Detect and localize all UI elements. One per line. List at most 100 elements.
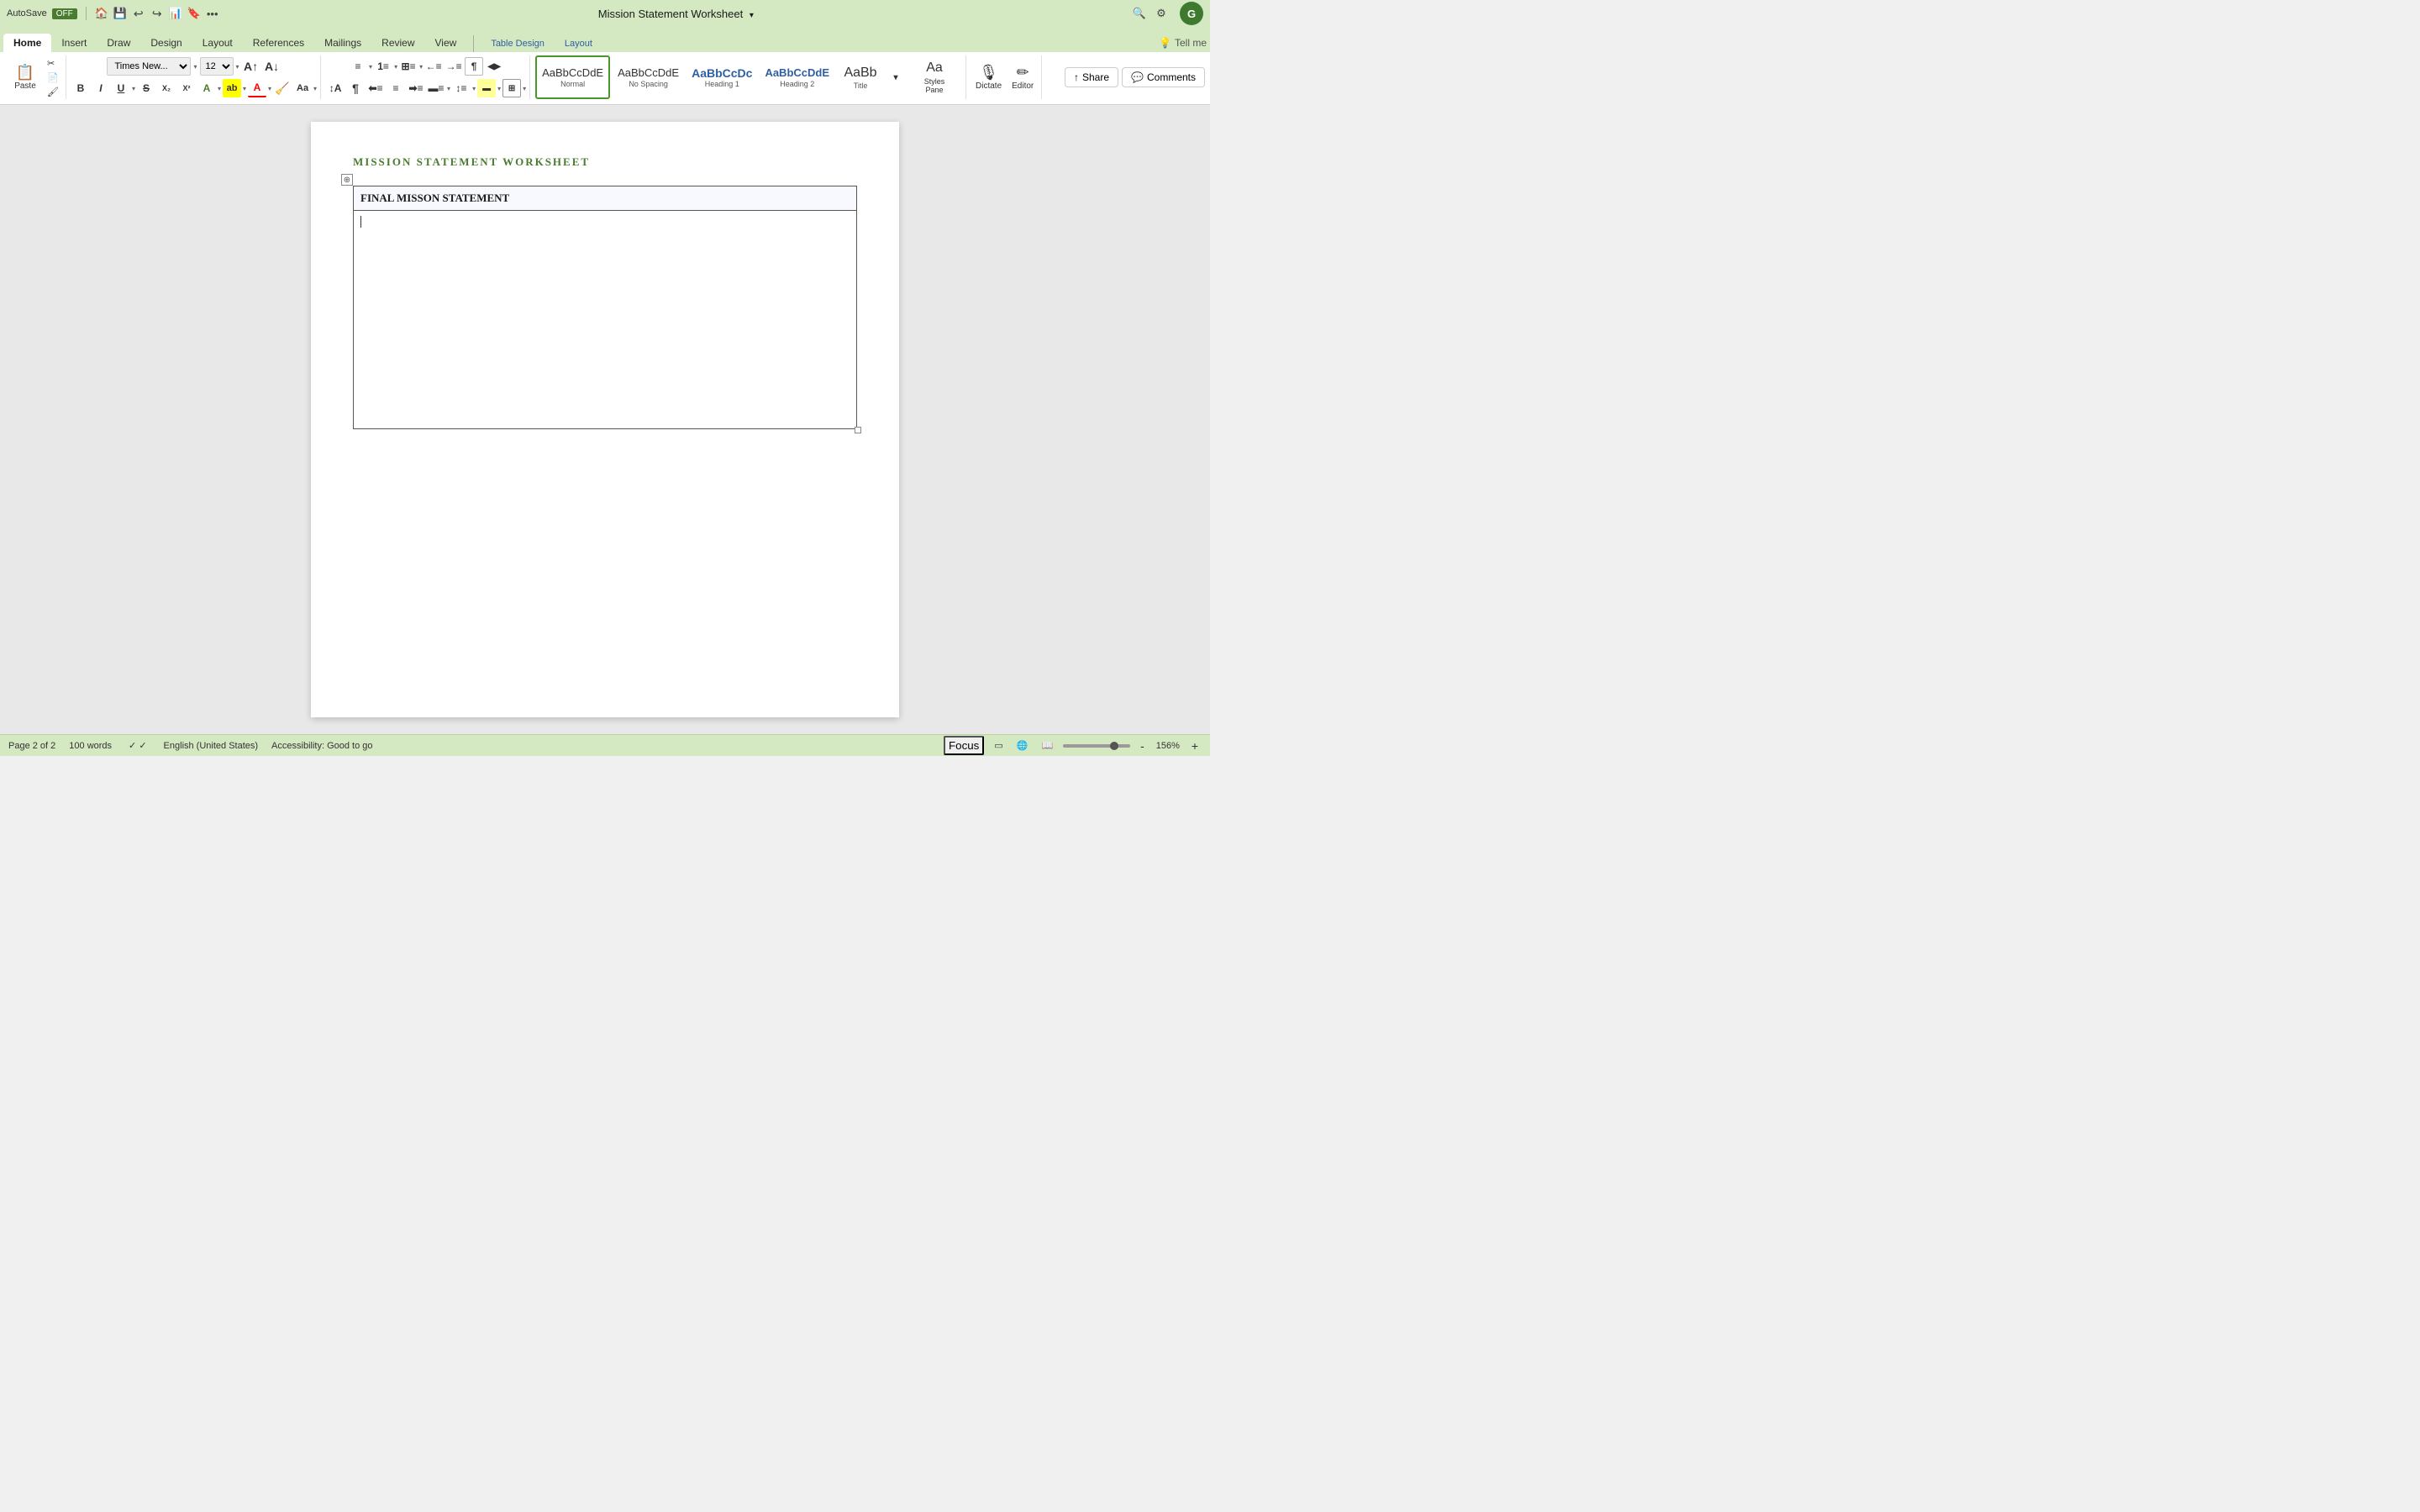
numbering-dropdown[interactable]: ▾ xyxy=(394,63,397,71)
web-layout-icon[interactable]: 🌐 xyxy=(1013,738,1032,753)
word-count[interactable]: 100 words xyxy=(69,741,112,751)
bookmark-icon[interactable]: 🔖 xyxy=(187,7,201,20)
tab-mailings[interactable]: Mailings xyxy=(314,34,371,52)
home-icon[interactable]: 🏠 xyxy=(95,7,108,20)
paste-button[interactable]: 📋 Paste xyxy=(8,57,42,97)
superscript-button[interactable]: X² xyxy=(177,79,196,97)
numbering-button[interactable]: 1≡ xyxy=(374,57,392,76)
settings-icon[interactable]: ⚙ xyxy=(1155,7,1168,20)
multilevel-dropdown[interactable]: ▾ xyxy=(419,63,423,71)
tab-review[interactable]: Review xyxy=(371,34,424,52)
styles-more-button[interactable]: ▾ xyxy=(886,55,905,99)
dictate-button[interactable]: 🎙 Dictate xyxy=(971,57,1006,97)
language[interactable]: English (United States) xyxy=(164,741,259,751)
show-formatting-button[interactable]: ¶ xyxy=(465,57,483,76)
decrease-font-button[interactable]: A↓ xyxy=(263,57,281,76)
save-icon[interactable]: 💾 xyxy=(113,7,127,20)
text-effects-dropdown[interactable]: ▾ xyxy=(218,85,221,92)
title-dropdown-icon[interactable]: ▾ xyxy=(750,11,754,20)
accessibility[interactable]: Accessibility: Good to go xyxy=(271,741,372,751)
undo-icon[interactable]: ↩ xyxy=(132,7,145,20)
italic-button[interactable]: I xyxy=(92,79,110,97)
search-icon[interactable]: 🔍 xyxy=(1133,7,1146,20)
style-heading2[interactable]: AaBbCcDdE Heading 2 xyxy=(760,55,834,99)
align-left-button[interactable]: ⬅≡ xyxy=(366,79,385,97)
bullets-dropdown[interactable]: ▾ xyxy=(369,63,372,71)
zoom-level[interactable]: 156% xyxy=(1155,741,1181,751)
style-normal[interactable]: AaBbCcDdE Normal xyxy=(535,55,610,99)
font-color-dropdown[interactable]: ▾ xyxy=(268,85,271,92)
tell-me-label[interactable]: Tell me xyxy=(1175,37,1207,49)
borders-dropdown[interactable]: ▾ xyxy=(523,85,526,92)
shading-dropdown[interactable]: ▾ xyxy=(497,85,501,92)
tab-references[interactable]: References xyxy=(243,34,314,52)
underline-dropdown[interactable]: ▾ xyxy=(132,85,135,92)
tab-view[interactable]: View xyxy=(425,34,467,52)
font-size-selector[interactable]: 12 xyxy=(200,57,234,76)
share-button[interactable]: ↑ Share xyxy=(1065,67,1118,87)
collapse-outline-button[interactable]: ◀▶ xyxy=(485,57,503,76)
highlight-button[interactable]: ab xyxy=(223,79,241,97)
redo-icon[interactable]: ↪ xyxy=(150,7,164,20)
styles-pane-button[interactable]: Aa Styles Pane xyxy=(910,55,959,99)
pilcrow-button[interactable]: ¶ xyxy=(346,79,365,97)
text-effects-button[interactable]: A xyxy=(197,79,216,97)
underline-button[interactable]: U xyxy=(112,79,130,97)
tab-layout[interactable]: Layout xyxy=(192,34,243,52)
tab-table-design[interactable]: Table Design xyxy=(481,35,555,52)
tab-layout-table[interactable]: Layout xyxy=(555,35,602,52)
sort-button[interactable]: ↕A xyxy=(326,79,345,97)
tab-draw[interactable]: Draw xyxy=(97,34,140,52)
font-color-button[interactable]: A xyxy=(248,79,266,97)
change-case-button[interactable]: Aa xyxy=(293,79,312,97)
more-icon[interactable]: ••• xyxy=(206,7,219,20)
increase-font-button[interactable]: A↑ xyxy=(242,57,260,76)
doc-table[interactable]: FINAL MISSON STATEMENT xyxy=(353,186,857,429)
present-icon[interactable]: 📊 xyxy=(169,7,182,20)
borders-button[interactable]: ⊞ xyxy=(502,79,521,97)
zoom-out-button[interactable]: - xyxy=(1137,738,1148,754)
autosave-toggle[interactable]: OFF xyxy=(52,8,77,19)
style-no-spacing[interactable]: AaBbCcDdE No Spacing xyxy=(613,55,684,99)
print-layout-icon[interactable]: ▭ xyxy=(991,738,1006,753)
style-title[interactable]: AaBb Title xyxy=(837,55,884,99)
voice-group: 🎙 Dictate ✏ Editor xyxy=(968,55,1042,99)
bullets-button[interactable]: ≡ xyxy=(349,57,367,76)
highlight-dropdown[interactable]: ▾ xyxy=(243,85,246,92)
line-spacing-dropdown[interactable]: ▾ xyxy=(472,85,476,92)
tab-home[interactable]: Home xyxy=(3,34,51,52)
spelling-check-icon[interactable]: ✓ spelling check✓ xyxy=(125,738,150,753)
clear-format-button[interactable]: 🧹 xyxy=(273,79,292,97)
align-right-button[interactable]: ➡≡ xyxy=(407,79,425,97)
focus-button[interactable]: Focus xyxy=(944,736,984,755)
style-heading1[interactable]: AaBbCcDc Heading 1 xyxy=(687,55,757,99)
tab-insert[interactable]: Insert xyxy=(51,34,97,52)
cut-button[interactable]: ✂ xyxy=(44,56,62,70)
multilevel-button[interactable]: ⊞≡ xyxy=(399,57,418,76)
table-move-handle[interactable]: ⊕ xyxy=(341,174,353,186)
shading-button[interactable]: ▬ xyxy=(477,79,496,97)
font-name-selector[interactable]: Times New... xyxy=(107,57,191,76)
zoom-slider-thumb[interactable] xyxy=(1110,742,1118,750)
reader-view-icon[interactable]: 📖 xyxy=(1038,738,1056,753)
bold-button[interactable]: B xyxy=(71,79,90,97)
justify-button[interactable]: ▬≡ xyxy=(427,79,445,97)
increase-indent-button[interactable]: →≡ xyxy=(445,57,463,76)
tab-design[interactable]: Design xyxy=(140,34,192,52)
zoom-in-button[interactable]: + xyxy=(1188,738,1202,754)
table-resize-handle[interactable] xyxy=(855,427,861,433)
strikethrough-button[interactable]: S xyxy=(137,79,155,97)
table-body-cell[interactable] xyxy=(354,211,857,429)
editor-button[interactable]: ✏ Editor xyxy=(1007,57,1038,97)
justify-dropdown[interactable]: ▾ xyxy=(447,85,450,92)
change-case-dropdown[interactable]: ▾ xyxy=(313,85,317,92)
decrease-indent-button[interactable]: ←≡ xyxy=(424,57,443,76)
zoom-slider[interactable] xyxy=(1063,744,1130,748)
line-spacing-button[interactable]: ↕≡ xyxy=(452,79,471,97)
comments-button[interactable]: 💬 Comments xyxy=(1122,67,1205,87)
subscript-button[interactable]: X₂ xyxy=(157,79,176,97)
format-painter-button[interactable]: 🖌 xyxy=(44,85,62,98)
copy-button[interactable]: 📄 xyxy=(44,71,62,84)
align-center-button[interactable]: ≡ xyxy=(387,79,405,97)
avatar[interactable]: G xyxy=(1180,2,1203,25)
